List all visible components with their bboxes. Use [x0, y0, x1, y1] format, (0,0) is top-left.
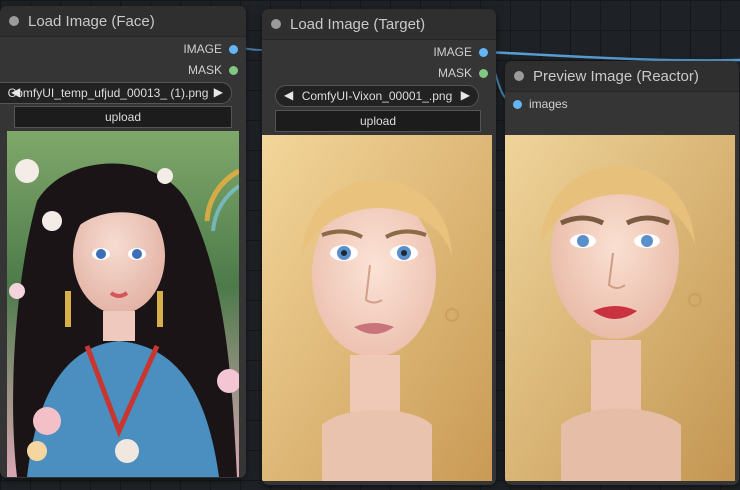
node-title: Preview Image (Reactor) [533, 68, 699, 85]
upload-button[interactable]: upload [275, 110, 481, 132]
socket-dot-icon[interactable] [229, 66, 238, 75]
load-image-target-node[interactable]: Load Image (Target) IMAGE MASK ComfyUI-V… [262, 9, 496, 485]
arrow-left-icon[interactable]: ◀ [284, 88, 293, 102]
arrow-right-icon[interactable]: ▶ [461, 88, 470, 102]
face-portrait-image [7, 131, 239, 477]
face-image-preview [7, 131, 239, 477]
image-select-value: ComfyUI-Vixon_00001_.png [301, 89, 453, 103]
image-select-combo[interactable]: ComfyUI_temp_ufjud_00013_ (1).png ◀ ▶ [0, 82, 232, 104]
result-portrait-image [505, 135, 735, 481]
target-portrait-image [262, 135, 492, 481]
node-collapse-dot-icon[interactable] [271, 19, 281, 29]
node-header[interactable]: Load Image (Target) [262, 9, 496, 40]
result-image-preview [505, 135, 735, 481]
output-label: IMAGE [433, 45, 472, 59]
image-select-value: ComfyUI_temp_ufjud_00013_ (1).png [7, 86, 209, 100]
output-mask[interactable]: MASK [368, 66, 488, 82]
node-header[interactable]: Preview Image (Reactor) [505, 61, 739, 92]
socket-dot-icon[interactable] [479, 69, 488, 78]
input-label: images [529, 97, 568, 111]
upload-button[interactable]: upload [14, 106, 232, 128]
arrow-left-icon[interactable]: ◀ [11, 85, 20, 99]
output-image[interactable]: IMAGE [368, 45, 488, 61]
socket-dot-icon[interactable] [479, 48, 488, 57]
input-images[interactable]: images [513, 97, 633, 113]
node-collapse-dot-icon[interactable] [9, 16, 19, 26]
target-image-preview [262, 135, 492, 481]
image-link-wire[interactable] [483, 50, 740, 62]
node-title: Load Image (Face) [28, 13, 155, 30]
arrow-right-icon[interactable]: ▶ [214, 85, 223, 99]
output-label: MASK [437, 66, 472, 80]
output-label: IMAGE [183, 42, 222, 56]
load-image-face-node[interactable]: Load Image (Face) IMAGE MASK ComfyUI_tem… [0, 6, 246, 478]
image-select-combo[interactable]: ComfyUI-Vixon_00001_.png ◀ ▶ [275, 85, 479, 107]
node-title: Load Image (Target) [290, 16, 426, 33]
output-mask[interactable]: MASK [118, 63, 238, 79]
node-header[interactable]: Load Image (Face) [0, 6, 246, 37]
preview-image-reactor-node[interactable]: Preview Image (Reactor) images [505, 61, 739, 485]
socket-dot-icon[interactable] [229, 45, 238, 54]
output-image[interactable]: IMAGE [118, 42, 238, 58]
socket-dot-icon[interactable] [513, 100, 522, 109]
node-collapse-dot-icon[interactable] [514, 71, 524, 81]
output-label: MASK [187, 63, 222, 77]
